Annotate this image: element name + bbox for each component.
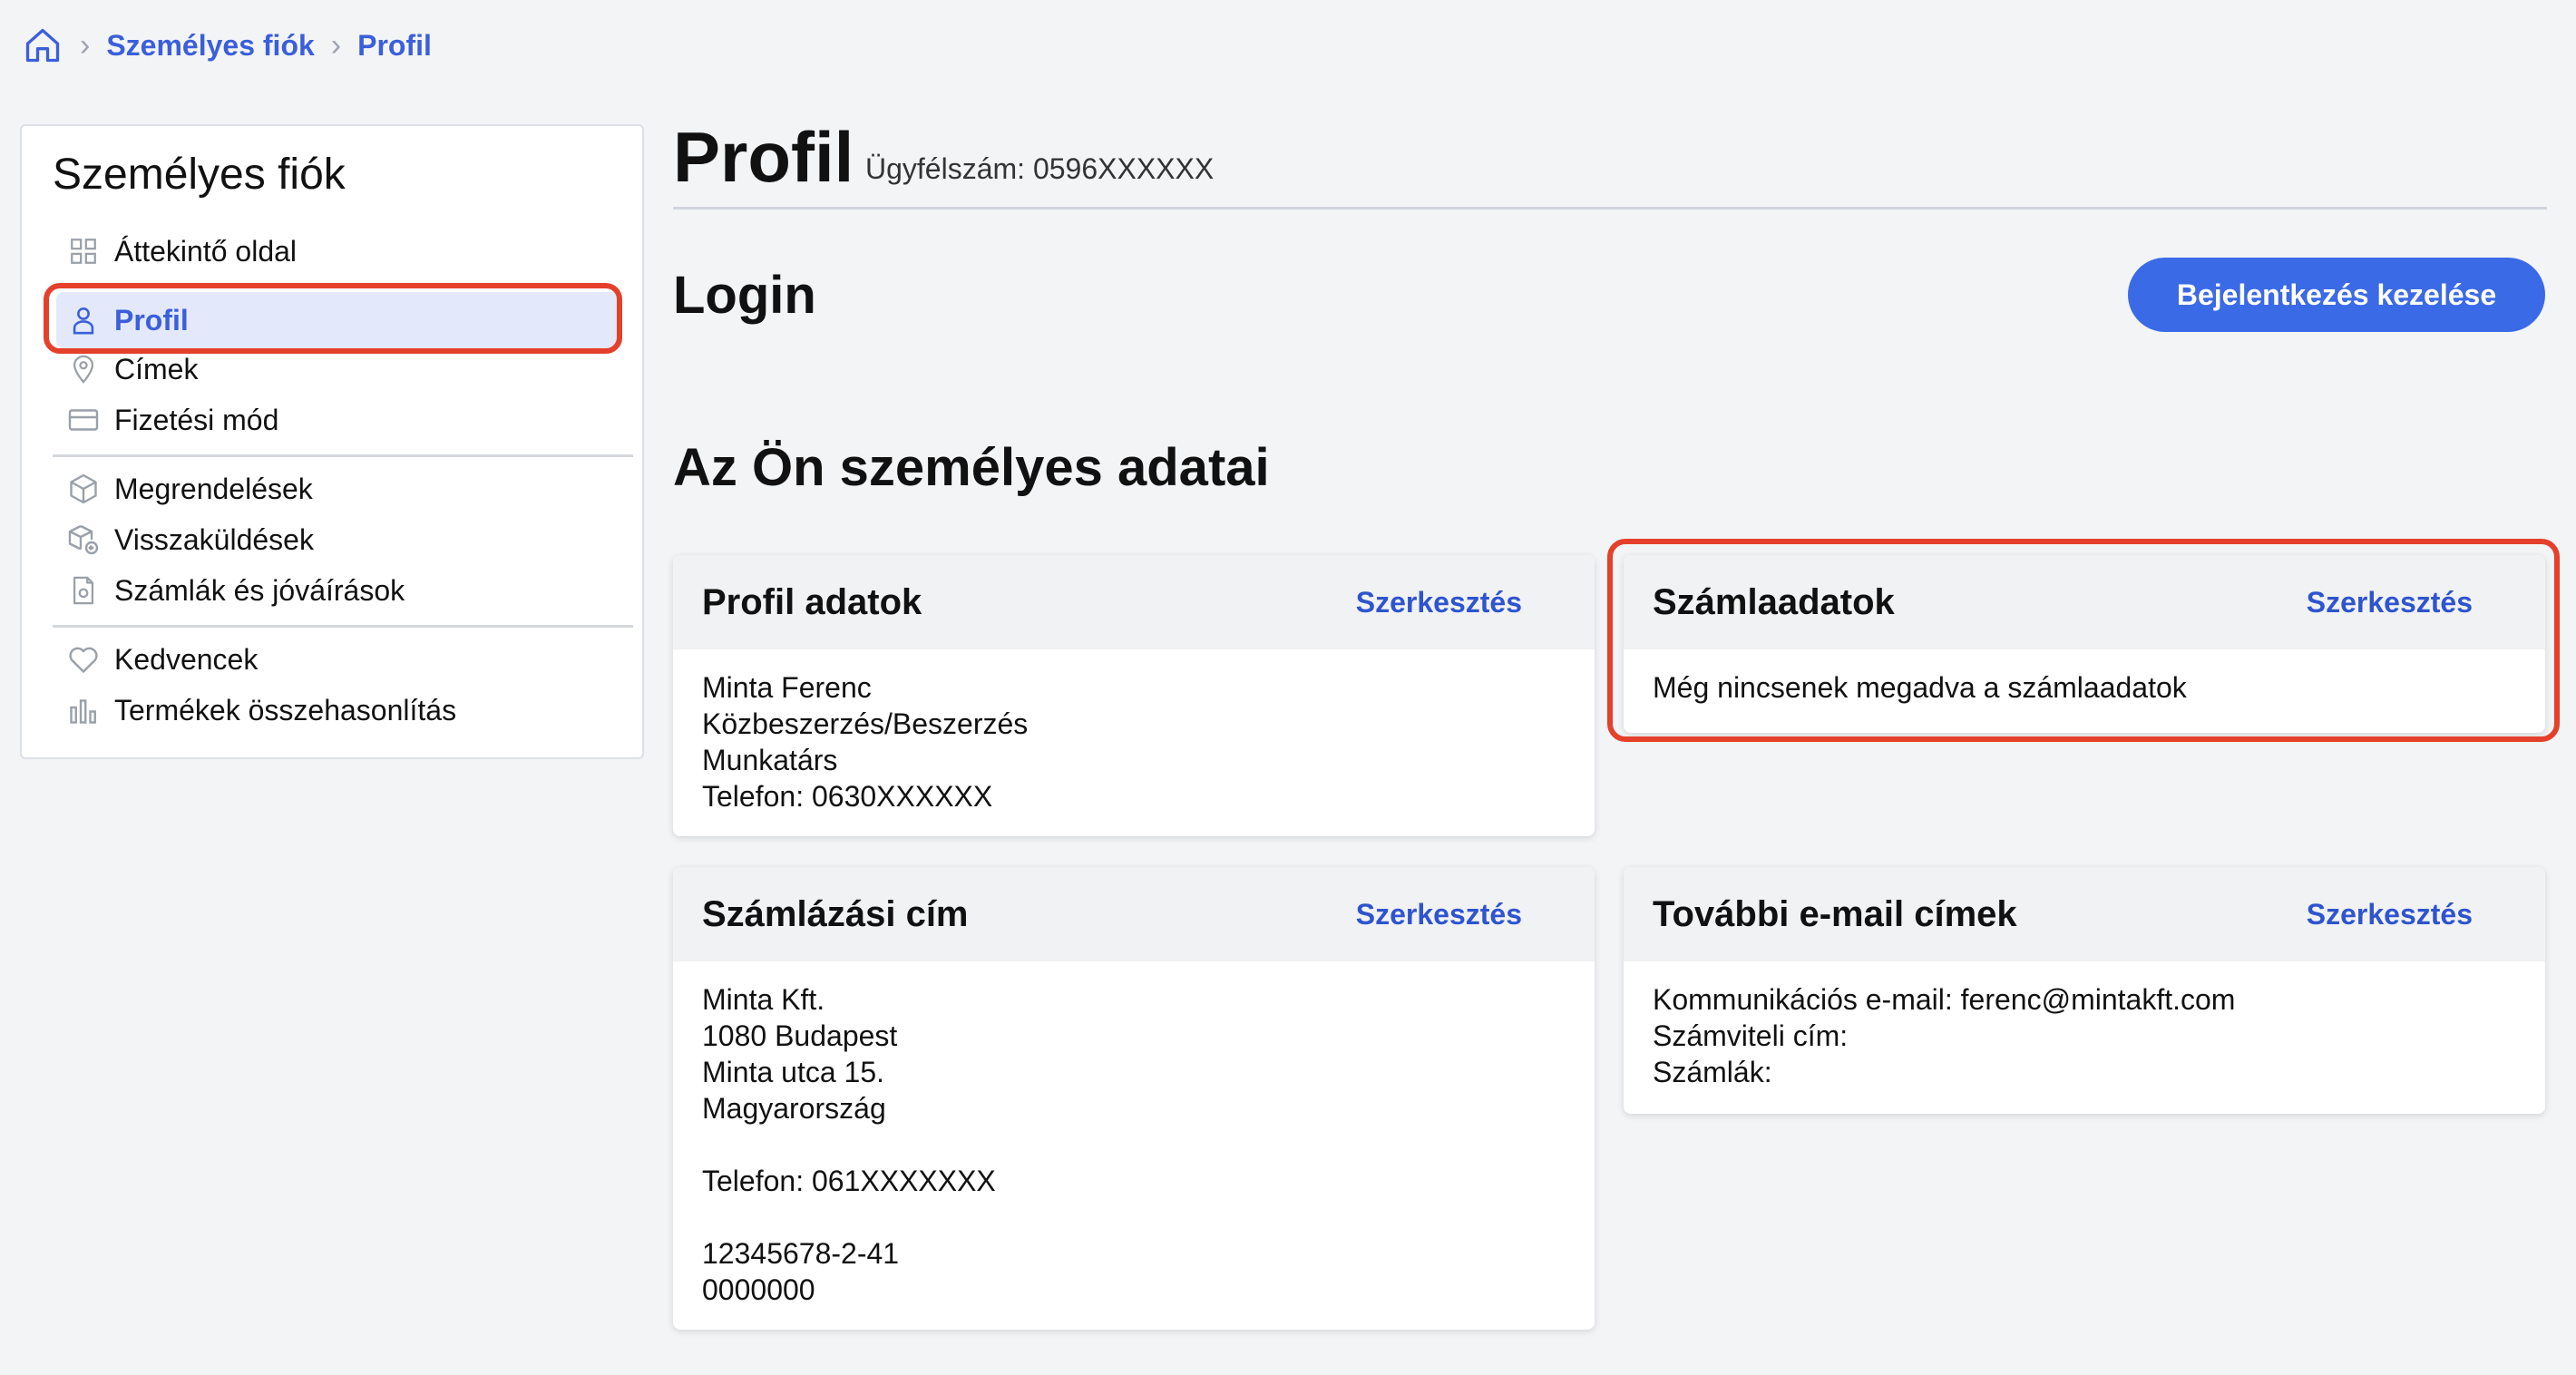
login-title: Login (673, 266, 816, 325)
sidebar-item-label: Számlák és jóváírások (114, 573, 405, 607)
customer-number: Ügyfélszám: 0596XXXXXX (865, 152, 1215, 185)
box-icon (65, 471, 102, 507)
address-country: Magyarország (702, 1092, 886, 1125)
sidebar-item-label: Kedvencek (114, 642, 259, 676)
card-header: További e-mail címek Szerkesztés (1624, 867, 2545, 961)
sidebar-item-attekinto[interactable]: Áttekintő oldal (65, 229, 628, 273)
sidebar: Személyes fiók Áttekintő oldal Profil Cí… (20, 124, 644, 759)
chevron-right-icon: › (80, 28, 91, 63)
address-street: Minta utca 15. (702, 1056, 884, 1088)
sidebar-title: Személyes fiók (53, 151, 346, 199)
sidebar-item-visszakuldesek[interactable]: Visszaküldések (65, 518, 628, 561)
divider (673, 207, 2547, 210)
accounting-email: Számviteli cím: (1653, 1019, 1849, 1052)
bar-chart-icon (65, 692, 102, 728)
manage-login-button[interactable]: Bejelentkezés kezelése (2128, 258, 2545, 332)
location-pin-icon (65, 351, 102, 387)
additional-emails-card: További e-mail címek Szerkesztés Kommuni… (1624, 867, 2545, 1114)
card-body: Minta Ferenc Közbeszerzés/Beszerzés Munk… (673, 649, 1595, 834)
card-title: További e-mail címek (1653, 893, 2017, 934)
card-header: Profil adatok Szerkesztés (673, 555, 1595, 649)
highlight-annotation (44, 283, 622, 354)
sidebar-item-label: Címek (114, 352, 199, 385)
sidebar-item-label: Termékek összehasonlítás (114, 693, 457, 727)
breadcrumb-item-szemelyes-fiok[interactable]: Személyes fiók (106, 29, 314, 63)
profile-phone: Telefon: 0630XXXXXX (702, 780, 993, 813)
edit-profile-link[interactable]: Szerkesztés (1356, 586, 1522, 619)
card-header: Számlázási cím Szerkesztés (673, 867, 1595, 961)
address-city: 1080 Budapest (702, 1019, 898, 1052)
profile-data-card: Profil adatok Szerkesztés Minta Ferenc K… (673, 555, 1595, 836)
page: › Személyes fiók › Profil Személyes fiók… (0, 0, 2576, 1375)
highlight-annotation (1607, 539, 2560, 742)
credit-card-icon (65, 402, 102, 438)
page-title: Profil (673, 117, 854, 197)
sidebar-item-fizetesi-mod[interactable]: Fizetési mód (65, 398, 628, 442)
card-title: Számlázási cím (702, 893, 969, 934)
profile-department: Közbeszerzés/Beszerzés (702, 707, 1029, 740)
grid-icon (65, 233, 102, 269)
profile-position: Munkatárs (702, 744, 838, 776)
sidebar-item-label: Fizetési mód (114, 403, 279, 436)
sidebar-item-label: Áttekintő oldal (114, 234, 298, 268)
sidebar-item-megrendelesek[interactable]: Megrendelések (65, 467, 628, 511)
edit-billing-address-link[interactable]: Szerkesztés (1356, 898, 1522, 931)
invoices-email: Számlák: (1653, 1056, 1772, 1088)
communication-email: Kommunikációs e-mail: ferenc@mintakft.co… (1653, 983, 2236, 1016)
heart-icon (65, 641, 102, 678)
card-title: Profil adatok (702, 581, 922, 622)
breadcrumb: › Személyes fiók › Profil (22, 24, 432, 67)
invoice-icon (65, 572, 102, 609)
sidebar-item-termekek-osszehasonlitas[interactable]: Termékek összehasonlítás (65, 688, 628, 732)
sidebar-divider (53, 454, 633, 457)
sidebar-item-label: Visszaküldések (114, 522, 314, 556)
personal-data-title: Az Ön személyes adatai (673, 438, 1270, 497)
box-return-icon (65, 522, 102, 558)
sidebar-item-szamlak[interactable]: Számlák és jóváírások (65, 569, 628, 612)
sidebar-item-label: Megrendelések (114, 472, 313, 505)
card-body: Kommunikációs e-mail: ferenc@mintakft.co… (1624, 961, 2545, 1110)
sidebar-item-kedvencek[interactable]: Kedvencek (65, 638, 628, 681)
address-phone: Telefon: 061XXXXXXX (702, 1165, 996, 1197)
profile-name: Minta Ferenc (702, 671, 872, 704)
address-reg-number: 0000000 (702, 1273, 815, 1306)
address-tax-number: 12345678-2-41 (702, 1237, 900, 1270)
card-body: Minta Kft. 1080 Budapest Minta utca 15. … (673, 961, 1595, 1328)
sidebar-item-cimek[interactable]: Címek (65, 347, 628, 391)
address-company: Minta Kft. (702, 983, 825, 1016)
home-icon[interactable] (22, 24, 63, 66)
sidebar-divider (53, 625, 633, 628)
edit-emails-link[interactable]: Szerkesztés (2307, 898, 2473, 931)
chevron-right-icon: › (330, 28, 342, 63)
billing-address-card: Számlázási cím Szerkesztés Minta Kft. 10… (673, 867, 1595, 1330)
breadcrumb-item-profil[interactable]: Profil (357, 29, 432, 63)
